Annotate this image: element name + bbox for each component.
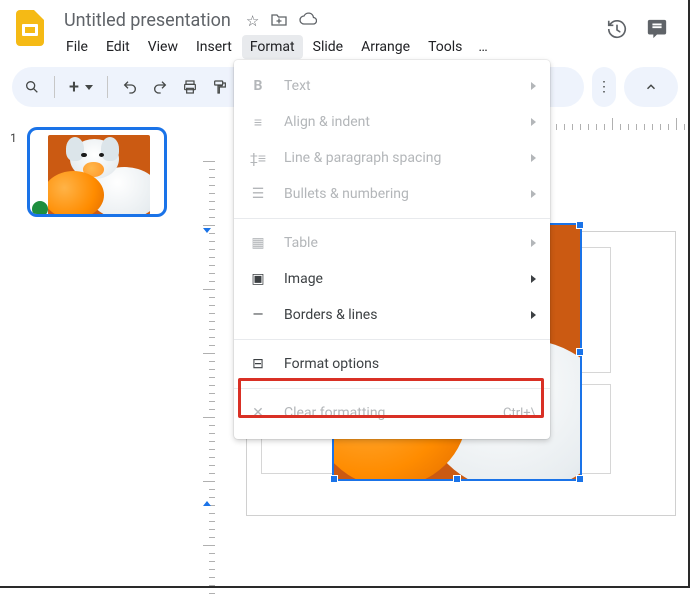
format-options-icon: ⊟ bbox=[248, 356, 268, 372]
menu-insert[interactable]: Insert bbox=[188, 35, 240, 59]
bullets-icon: ☰ bbox=[248, 186, 268, 202]
menu-item-clear-formatting: ✕ Clear formatting Ctrl+\ bbox=[234, 395, 550, 431]
menu-item-label: Align & indent bbox=[284, 114, 515, 130]
bold-icon: B bbox=[248, 78, 268, 94]
menu-item-label: Borders & lines bbox=[284, 307, 515, 323]
menu-item-line-paragraph-spacing: ‡≡ Line & paragraph spacing bbox=[234, 140, 550, 176]
table-icon: ▦ bbox=[248, 235, 268, 251]
menu-item-format-options[interactable]: ⊟ Format options bbox=[234, 346, 550, 382]
comments-icon[interactable] bbox=[646, 18, 668, 44]
menu-item-align-indent: ≡ Align & indent bbox=[234, 104, 550, 140]
slide-number: 1 bbox=[10, 131, 17, 145]
submenu-arrow-icon bbox=[531, 190, 536, 198]
collapse-toolbar-button[interactable] bbox=[624, 67, 678, 107]
menu-file[interactable]: File bbox=[58, 35, 96, 59]
search-menus-icon[interactable] bbox=[24, 79, 40, 95]
image-icon: ▣ bbox=[248, 271, 268, 287]
menu-item-label: Line & paragraph spacing bbox=[284, 150, 515, 166]
menu-view[interactable]: View bbox=[140, 35, 186, 59]
doc-title[interactable]: Untitled presentation bbox=[58, 8, 237, 33]
submenu-arrow-icon bbox=[531, 239, 536, 247]
menu-edit[interactable]: Edit bbox=[98, 35, 138, 59]
menu-item-table: ▦ Table bbox=[234, 225, 550, 261]
menu-item-label: Bullets & numbering bbox=[284, 186, 515, 202]
format-menu-dropdown: B Text ≡ Align & indent ‡≡ Line & paragraph s… bbox=[234, 60, 550, 439]
menu-item-label: Clear formatting bbox=[284, 405, 487, 421]
menu-shortcut: Ctrl+\ bbox=[503, 406, 536, 421]
history-icon[interactable] bbox=[606, 18, 628, 44]
move-icon[interactable] bbox=[268, 9, 290, 33]
menu-tools[interactable]: Tools bbox=[420, 35, 470, 59]
slide-thumbnail-1[interactable] bbox=[27, 127, 167, 217]
submenu-arrow-icon bbox=[531, 311, 536, 319]
print-button[interactable] bbox=[182, 79, 198, 95]
submenu-arrow-icon bbox=[531, 154, 536, 162]
paint-format-button[interactable] bbox=[212, 79, 228, 95]
undo-button[interactable] bbox=[122, 79, 138, 95]
thumbnail-strip: 1 bbox=[0, 115, 200, 595]
toolbar-overflow[interactable]: ⋮ bbox=[592, 67, 616, 107]
submenu-arrow-icon bbox=[531, 275, 536, 283]
menu-item-text: B Text bbox=[234, 68, 550, 104]
redo-button[interactable] bbox=[152, 79, 168, 95]
clear-format-icon: ✕ bbox=[248, 405, 268, 421]
line-spacing-icon: ‡≡ bbox=[248, 150, 268, 167]
menu-item-bullets-numbering: ☰ Bullets & numbering bbox=[234, 176, 550, 212]
slides-app-icon[interactable] bbox=[12, 10, 48, 46]
menu-item-image[interactable]: ▣ Image bbox=[234, 261, 550, 297]
menu-item-label: Text bbox=[284, 78, 515, 94]
menu-bar: File Edit View Insert Format Slide Arran… bbox=[58, 35, 596, 59]
menu-arrange[interactable]: Arrange bbox=[353, 35, 418, 59]
submenu-arrow-icon bbox=[531, 118, 536, 126]
menu-item-label: Format options bbox=[284, 356, 536, 372]
menu-slide[interactable]: Slide bbox=[305, 35, 351, 59]
menu-item-label: Image bbox=[284, 271, 515, 287]
align-indent-icon: ≡ bbox=[248, 114, 268, 131]
borders-icon: — bbox=[248, 307, 268, 323]
submenu-arrow-icon bbox=[531, 82, 536, 90]
cloud-status-icon[interactable] bbox=[296, 9, 320, 33]
star-icon[interactable]: ☆ bbox=[243, 9, 262, 33]
menu-item-borders-lines[interactable]: — Borders & lines bbox=[234, 297, 550, 333]
menu-item-label: Table bbox=[284, 235, 515, 251]
new-slide-button[interactable]: + bbox=[69, 77, 93, 98]
vertical-ruler: for(let i=0;i<60;i++)document.write('<di… bbox=[200, 131, 216, 595]
menu-format[interactable]: Format bbox=[242, 35, 303, 59]
menu-overflow[interactable]: … bbox=[472, 35, 493, 59]
